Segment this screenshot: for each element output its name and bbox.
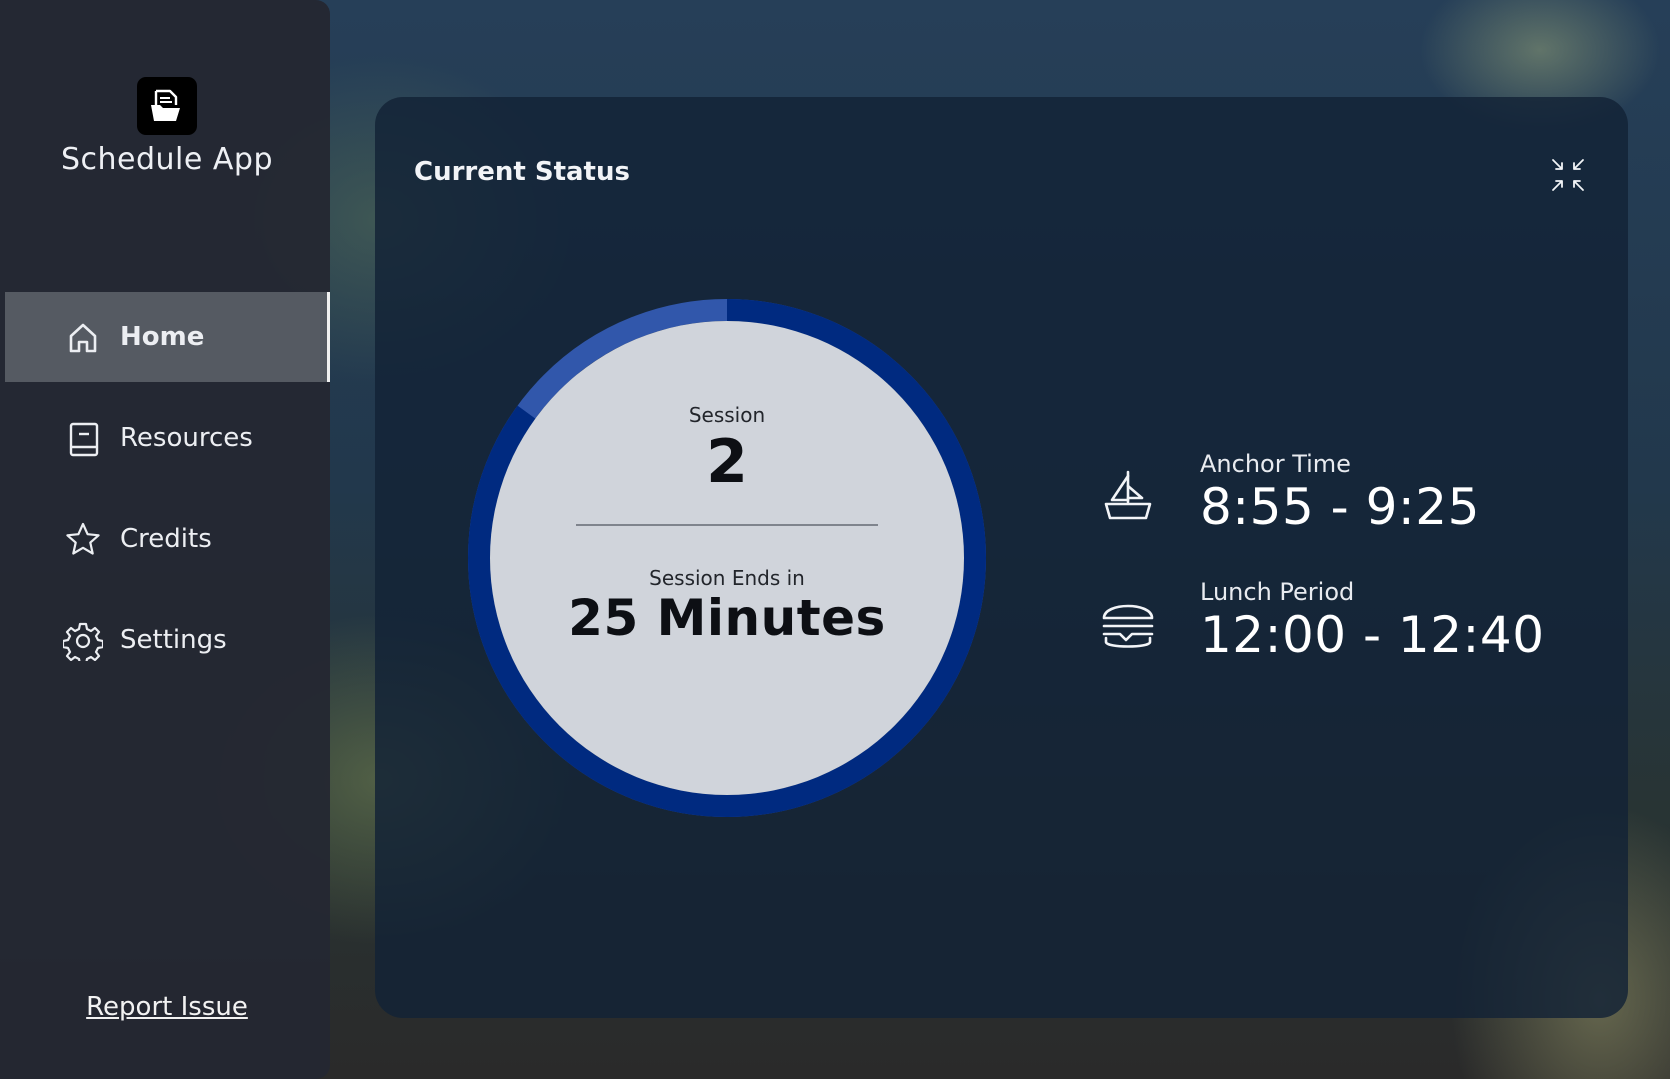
- session-number: 2: [706, 427, 748, 497]
- current-status-card: Current Status Session 2 Session Ends in…: [375, 97, 1628, 1018]
- report-issue-link[interactable]: Report Issue: [0, 992, 334, 1022]
- anchor-time-row: Anchor Time 8:55 - 9:25: [1100, 450, 1600, 544]
- lunch-period-label: Lunch Period: [1200, 578, 1355, 606]
- session-ends-value: 25 Minutes: [568, 589, 886, 647]
- sidebar-item-label: Settings: [120, 625, 227, 655]
- lunch-period-row: Lunch Period 12:00 - 12:40: [1100, 578, 1600, 672]
- sidebar-item-resources[interactable]: Resources: [5, 393, 330, 483]
- ring-divider: [576, 524, 878, 526]
- collapse-icon[interactable]: [1550, 157, 1586, 193]
- sidebar-item-label: Credits: [120, 524, 212, 554]
- app-title: Schedule App: [60, 142, 273, 177]
- sidebar-item-home[interactable]: Home: [5, 292, 330, 382]
- sailboat-icon: [1104, 470, 1152, 520]
- sidebar-item-credits[interactable]: Credits: [5, 494, 330, 584]
- book-icon: [69, 422, 99, 457]
- lunch-period-value: 12:00 - 12:40: [1200, 606, 1545, 664]
- sidebar-item-label: Home: [120, 322, 205, 352]
- session-label: Session: [688, 403, 766, 427]
- sidebar-item-settings[interactable]: Settings: [5, 595, 330, 685]
- burger-icon: [1102, 604, 1154, 648]
- gear-icon: [63, 622, 103, 661]
- session-progress-ring: Session 2 Session Ends in 25 Minutes: [468, 299, 986, 817]
- session-ends-label: Session Ends in: [649, 566, 805, 590]
- sidebar: Schedule App Home Resources Credits Sett…: [0, 0, 330, 1079]
- app-logo-icon: [137, 77, 197, 135]
- anchor-time-label: Anchor Time: [1200, 450, 1351, 478]
- home-icon: [69, 323, 97, 353]
- star-icon: [66, 522, 100, 555]
- anchor-time-value: 8:55 - 9:25: [1200, 478, 1480, 536]
- sidebar-item-label: Resources: [120, 423, 253, 453]
- card-title: Current Status: [414, 157, 630, 187]
